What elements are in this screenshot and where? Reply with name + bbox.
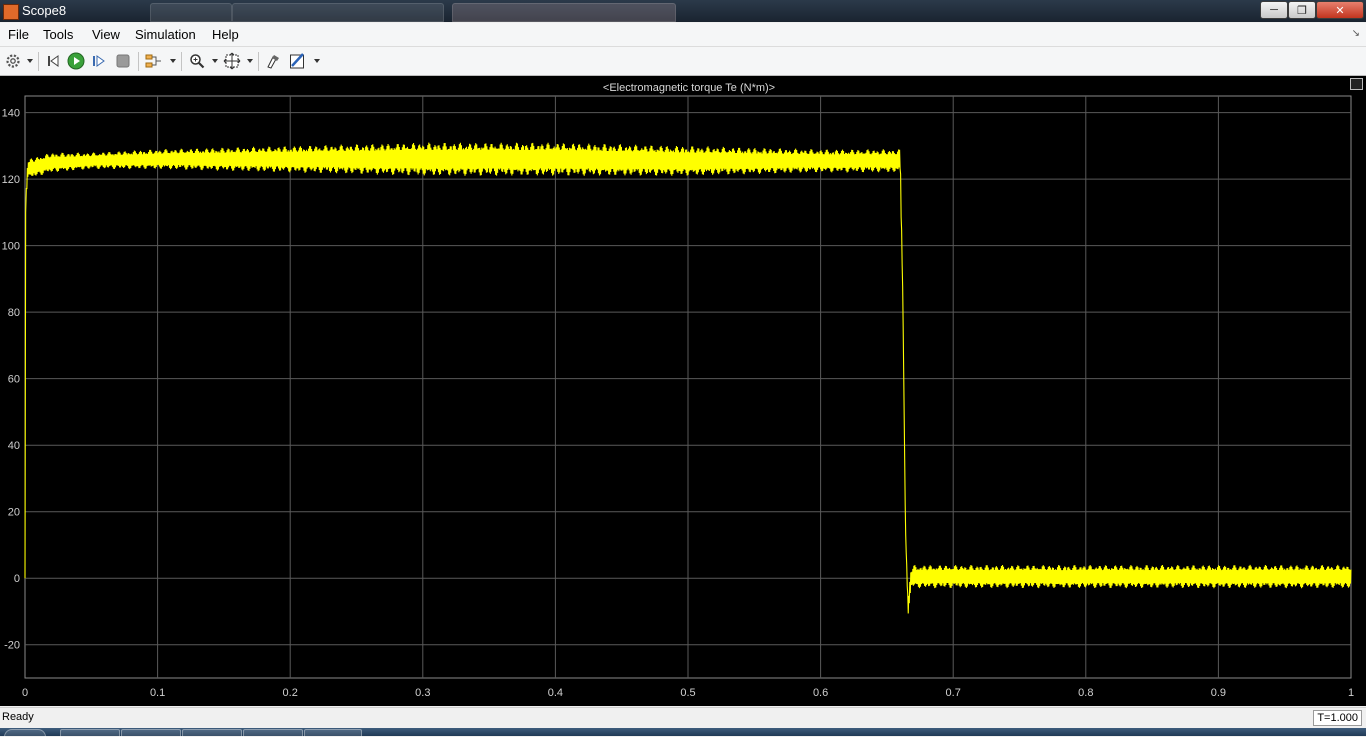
signal-selector-icon[interactable] (145, 52, 163, 70)
zoom-icon[interactable] (188, 52, 206, 70)
scope-figure[interactable]: 0 0.1 0.2 0.3 0.4 0.5 0.6 0.7 0.8 0.9 1 -20 0 20 40 60 8… (0, 76, 1366, 706)
style-icon[interactable] (289, 52, 307, 70)
y-tick-label: 100 (2, 241, 20, 253)
menu-tools[interactable]: Tools (43, 27, 73, 42)
menu-help[interactable]: Help (212, 27, 239, 42)
toolbar-separator (258, 52, 259, 71)
background-tab-3 (452, 3, 676, 22)
x-tick-label: 0.9 (1211, 687, 1226, 699)
x-tick-label: 0.3 (415, 687, 430, 699)
x-tick-label: 0 (22, 687, 28, 699)
x-tick-label: 0.5 (680, 687, 695, 699)
menu-view[interactable]: View (92, 27, 120, 42)
status-text: Ready (2, 711, 34, 723)
maximize-button[interactable]: ❐ (1288, 1, 1316, 19)
x-tick-label: 0.7 (946, 687, 961, 699)
minimize-button[interactable]: ─ (1260, 1, 1288, 19)
menu-simulation[interactable]: Simulation (135, 27, 196, 42)
simulation-time-readout: T=1.000 (1313, 710, 1362, 726)
y-tick-label: -20 (4, 640, 20, 652)
os-taskbar (0, 728, 1366, 737)
status-bar: Ready T=1.000 (0, 707, 1366, 728)
step-back-icon[interactable] (45, 52, 63, 70)
x-tick-label: 1 (1348, 687, 1354, 699)
y-tick-label: 20 (8, 507, 20, 519)
close-button[interactable]: ✕ (1316, 1, 1364, 19)
style-dropdown-arrow[interactable] (314, 59, 320, 63)
zoom-dropdown-arrow[interactable] (212, 59, 218, 63)
x-tick-label: 0.6 (813, 687, 828, 699)
y-tick-label: 40 (8, 440, 20, 452)
autoscale-dropdown-arrow[interactable] (247, 59, 253, 63)
x-tick-label: 0.4 (548, 687, 563, 699)
step-forward-icon[interactable] (90, 52, 108, 70)
toolbar-separator (38, 52, 39, 71)
y-tick-label: 140 (2, 108, 20, 120)
x-tick-label: 0.2 (283, 687, 298, 699)
y-tick-label: 120 (2, 174, 20, 186)
menu-file[interactable]: File (8, 27, 29, 42)
stop-icon[interactable] (114, 52, 132, 70)
background-tab-2 (232, 3, 444, 22)
menu-bar: File Tools View Simulation Help ↘ (0, 23, 1366, 47)
close-icon: ✕ (1335, 4, 1345, 17)
minimize-icon: ─ (1270, 4, 1278, 16)
pin-icon[interactable]: ↘ (1352, 28, 1360, 39)
toolbar-separator (181, 52, 182, 71)
scope-plot[interactable]: 0 0.1 0.2 0.3 0.4 0.5 0.6 0.7 0.8 0.9 1 -20 0 20 40 60 8… (0, 76, 1366, 706)
run-icon[interactable] (67, 52, 85, 70)
matlab-app-icon (3, 4, 19, 20)
highlight-icon[interactable] (265, 52, 283, 70)
window-title: Scope8 (22, 3, 67, 18)
x-tick-label: 0.8 (1078, 687, 1093, 699)
y-tick-label: 60 (8, 374, 20, 386)
y-tick-label: 0 (14, 573, 20, 585)
undock-icon[interactable] (1350, 78, 1363, 90)
restore-icon: ❐ (1297, 4, 1307, 17)
signal-selector-dropdown-arrow[interactable] (170, 59, 176, 63)
toolbar (0, 47, 1366, 76)
toolbar-separator (138, 52, 139, 71)
gear-icon[interactable] (4, 52, 22, 70)
title-bar: Scope8 ─ ❐ ✕ (0, 0, 1366, 22)
x-tick-label: 0.1 (150, 687, 165, 699)
plot-title: <Electromagnetic torque Te (N*m)> (603, 82, 775, 94)
background-tab-1 (150, 3, 232, 22)
autoscale-icon[interactable] (223, 52, 241, 70)
y-tick-label: 80 (8, 307, 20, 319)
settings-dropdown-arrow[interactable] (27, 59, 33, 63)
